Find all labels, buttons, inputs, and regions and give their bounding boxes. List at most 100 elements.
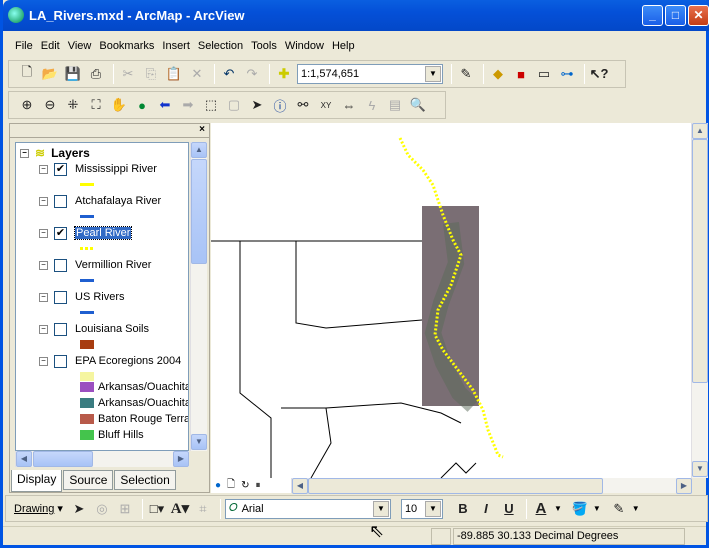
layer-visibility-checkbox[interactable]: ✔ xyxy=(54,162,67,176)
toc-grip[interactable]: × xyxy=(10,124,209,138)
layer-visibility-checkbox[interactable]: ✔ xyxy=(54,226,67,240)
full-extent-icon[interactable]: ● xyxy=(132,95,152,115)
scroll-thumb[interactable] xyxy=(33,451,93,467)
print-icon[interactable]: ⎙ xyxy=(86,64,106,84)
go-to-xy-icon[interactable]: XY xyxy=(316,95,336,115)
save-icon[interactable]: 💾 xyxy=(63,64,83,84)
measure-icon[interactable]: ⇔ xyxy=(339,95,359,115)
data-view-icon[interactable]: ● xyxy=(215,480,221,491)
collapse-icon[interactable]: − xyxy=(39,228,48,238)
scroll-up-icon[interactable]: ▲ xyxy=(191,142,207,158)
drawing-menu[interactable]: Drawing ▾ xyxy=(14,502,63,515)
find-icon[interactable]: ⚯ xyxy=(293,95,313,115)
layer-row[interactable]: − US Rivers xyxy=(39,289,125,305)
command-line-icon[interactable]: ▭ xyxy=(534,64,554,84)
menu-window[interactable]: Window xyxy=(281,36,328,56)
chevron-down-icon[interactable]: ▼ xyxy=(593,504,601,513)
chevron-down-icon[interactable]: ▼ xyxy=(424,500,441,517)
layer-visibility-checkbox[interactable] xyxy=(54,258,67,272)
layer-visibility-checkbox[interactable] xyxy=(54,354,67,368)
menu-file[interactable]: File xyxy=(11,36,37,56)
delete-icon[interactable]: ✕ xyxy=(187,64,207,84)
undo-icon[interactable]: ↶ xyxy=(219,64,239,84)
tab-display[interactable]: Display xyxy=(11,470,63,492)
rotate-icon[interactable]: ◎ xyxy=(92,499,112,519)
menu-edit[interactable]: Edit xyxy=(37,36,64,56)
layer-row[interactable]: − ✔ Mississippi River xyxy=(39,161,157,177)
scroll-down-icon[interactable]: ▼ xyxy=(191,434,207,450)
collapse-icon[interactable]: − xyxy=(39,292,48,302)
zoom-to-selected-icon[interactable]: ⊞ xyxy=(115,499,135,519)
identify-icon[interactable]: ⓘ xyxy=(270,95,290,115)
scroll-thumb[interactable] xyxy=(692,139,708,383)
map-horizontal-scrollbar[interactable]: ◀ ▶ xyxy=(291,478,692,494)
chevron-down-icon[interactable]: ▼ xyxy=(425,66,441,82)
menu-bookmarks[interactable]: Bookmarks xyxy=(95,36,158,56)
menu-help[interactable]: Help xyxy=(328,36,359,56)
collapse-icon[interactable]: − xyxy=(39,356,48,366)
chevron-down-icon[interactable]: ▼ xyxy=(554,504,562,513)
menu-insert[interactable]: Insert xyxy=(158,36,194,56)
zoom-out-icon[interactable]: ⊖ xyxy=(40,95,60,115)
fill-color-icon[interactable]: 🪣 xyxy=(570,499,590,519)
scroll-thumb[interactable] xyxy=(308,478,603,494)
fixed-zoom-in-icon[interactable]: ⁜ xyxy=(63,95,83,115)
tab-selection[interactable]: Selection xyxy=(114,470,176,490)
layer-row[interactable]: − Atchafalaya River xyxy=(39,193,161,209)
bold-button[interactable]: B xyxy=(453,499,473,519)
cut-icon[interactable]: ✂ xyxy=(118,64,138,84)
layer-row[interactable]: − ✔ Pearl River xyxy=(39,225,133,241)
maximize-button[interactable]: □ xyxy=(665,5,686,26)
add-data-icon[interactable]: ✚ xyxy=(274,64,294,84)
new-text-icon[interactable]: A▾ xyxy=(170,499,190,519)
underline-button[interactable]: U xyxy=(499,499,519,519)
clear-selection-icon[interactable]: ▢ xyxy=(224,95,244,115)
arctoolbox-icon[interactable]: ■ xyxy=(511,64,531,84)
fixed-zoom-out-icon[interactable]: ⛶ xyxy=(86,95,106,115)
layer-visibility-checkbox[interactable] xyxy=(54,290,67,304)
select-elements-icon[interactable]: ➤ xyxy=(247,95,267,115)
scroll-down-icon[interactable]: ▼ xyxy=(692,461,708,477)
font-color-button[interactable]: A xyxy=(531,499,551,519)
paste-icon[interactable]: 📋 xyxy=(164,64,184,84)
minimize-button[interactable]: _ xyxy=(642,5,663,26)
new-icon[interactable]: 🗋 xyxy=(17,64,37,84)
zoom-in-icon[interactable]: ⊕ xyxy=(17,95,37,115)
scroll-right-icon[interactable]: ▶ xyxy=(676,478,692,494)
font-size-combo[interactable]: 10 ▼ xyxy=(400,498,443,519)
font-combo[interactable]: 𝑂 Arial ▼ xyxy=(224,498,391,519)
forward-icon[interactable]: ➡ xyxy=(178,95,198,115)
hyperlink-icon[interactable]: ϟ xyxy=(362,95,382,115)
rectangle-icon[interactable]: □▾ xyxy=(147,499,167,519)
map-display[interactable] xyxy=(211,123,691,478)
pause-icon[interactable]: ⏸ xyxy=(255,480,260,491)
editor-icon[interactable]: ✎ xyxy=(456,64,476,84)
collapse-icon[interactable]: − xyxy=(39,324,48,334)
tab-source[interactable]: Source xyxy=(63,470,114,490)
layer-row[interactable]: − Vermillion River xyxy=(39,257,151,273)
html-popup-icon[interactable]: ▤ xyxy=(385,95,405,115)
line-color-icon[interactable]: ✎ xyxy=(609,499,629,519)
layer-visibility-checkbox[interactable] xyxy=(54,322,67,336)
whats-this-icon[interactable]: ↖? xyxy=(589,64,609,84)
layer-row[interactable]: − EPA Ecoregions 2004 xyxy=(39,353,181,369)
toc-horizontal-scrollbar[interactable]: ◀ ▶ xyxy=(15,451,189,467)
modelbuilder-icon[interactable]: ⊶ xyxy=(557,64,577,84)
scroll-right-icon[interactable]: ▶ xyxy=(173,451,189,467)
layer-row[interactable]: − Louisiana Soils xyxy=(39,321,149,337)
menu-tools[interactable]: Tools xyxy=(247,36,281,56)
map-vertical-scrollbar[interactable]: ▲ ▼ xyxy=(691,123,708,478)
chevron-down-icon[interactable]: ▼ xyxy=(632,504,640,513)
edit-vertices-icon[interactable]: ⌗ xyxy=(193,499,213,519)
select-elements-icon[interactable]: ➤ xyxy=(69,499,89,519)
arccatalog-icon[interactable]: ◆ xyxy=(488,64,508,84)
layers-root[interactable]: − ≋ Layers xyxy=(20,145,90,161)
close-button[interactable]: ✕ xyxy=(688,5,709,26)
magnifier-icon[interactable]: 🔍 xyxy=(408,95,428,115)
collapse-icon[interactable]: − xyxy=(39,260,48,270)
menu-view[interactable]: View xyxy=(64,36,96,56)
pan-icon[interactable]: ✋ xyxy=(109,95,129,115)
back-icon[interactable]: ⬅ xyxy=(155,95,175,115)
collapse-icon[interactable]: − xyxy=(39,196,48,206)
scroll-up-icon[interactable]: ▲ xyxy=(692,123,708,139)
